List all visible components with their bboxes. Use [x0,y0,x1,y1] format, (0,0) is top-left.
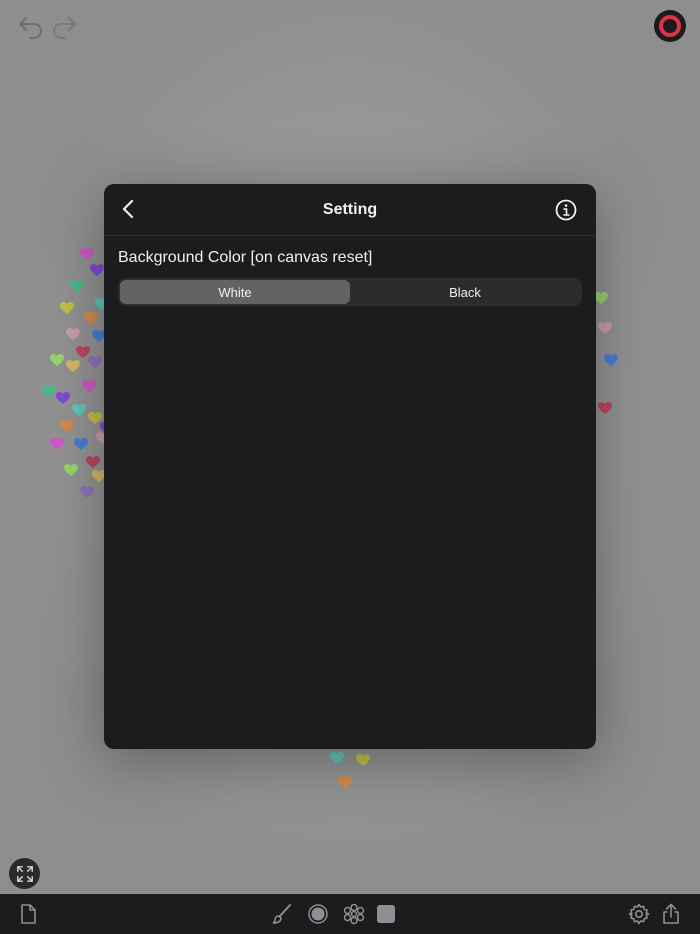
document-icon [21,904,36,924]
share-button[interactable] [659,902,683,926]
fullscreen-button[interactable] [9,858,40,889]
redo-arrow-icon [53,17,76,39]
segment-white[interactable]: White [120,280,350,304]
redo-button[interactable] [47,10,81,42]
heart-stamp-icon [60,302,74,315]
heart-stamp-icon [74,438,88,451]
segment-black[interactable]: Black [350,280,580,304]
pattern-tool-button[interactable] [342,902,366,926]
dialog-header: Setting [104,184,596,236]
info-circle-icon [555,199,577,221]
brush-icon [272,904,291,924]
heart-stamp-icon [598,322,612,335]
background-color-segmented-control: White Black [118,278,582,306]
brush-size-button[interactable] [306,902,330,926]
heart-stamp-icon [70,280,84,293]
dialog-title: Setting [322,200,378,218]
heart-stamp-icon [50,438,64,451]
heart-stamp-icon [330,752,344,765]
circle-brush-icon [308,904,328,924]
share-icon [663,903,679,924]
settings-button[interactable] [627,902,651,926]
heart-stamp-icon [604,354,618,367]
flower-pattern-icon [343,903,365,925]
heart-stamp-icon [88,356,102,369]
shape-tool-button[interactable] [374,902,398,926]
info-button[interactable] [554,198,578,222]
undo-arrow-icon [19,17,42,39]
heart-stamp-icon [86,456,100,469]
gear-icon [628,903,650,925]
back-button[interactable] [118,197,138,221]
heart-stamp-icon [594,292,608,305]
heart-stamp-icon [80,248,94,261]
undo-button[interactable] [14,10,48,42]
chevron-left-icon [122,199,134,219]
heart-stamp-icon [356,754,370,767]
document-button[interactable] [16,902,40,926]
heart-stamp-icon [82,380,96,393]
square-shape-icon [377,905,395,923]
background-color-label: Background Color [on canvas reset] [118,249,373,266]
heart-stamp-icon [56,392,70,405]
brush-tool-button[interactable] [270,902,294,926]
heart-stamp-icon [598,402,612,415]
settings-dialog: Setting Background Color [on canvas rese… [104,184,596,749]
heart-stamp-icon [60,420,74,433]
heart-stamp-icon [80,486,94,499]
bottom-toolbar [0,894,700,934]
heart-stamp-icon [66,328,80,341]
heart-stamp-icon [42,385,56,398]
heart-stamp-icon [90,264,104,277]
expand-arrows-icon [16,865,33,882]
heart-stamp-icon [84,312,98,325]
heart-stamp-icon [66,360,80,373]
heart-stamp-icon [50,354,64,367]
color-ring-icon [659,15,681,37]
heart-stamp-icon [338,776,352,789]
heart-stamp-icon [72,404,86,417]
current-color-button[interactable] [654,10,686,42]
heart-stamp-icon [64,464,78,477]
